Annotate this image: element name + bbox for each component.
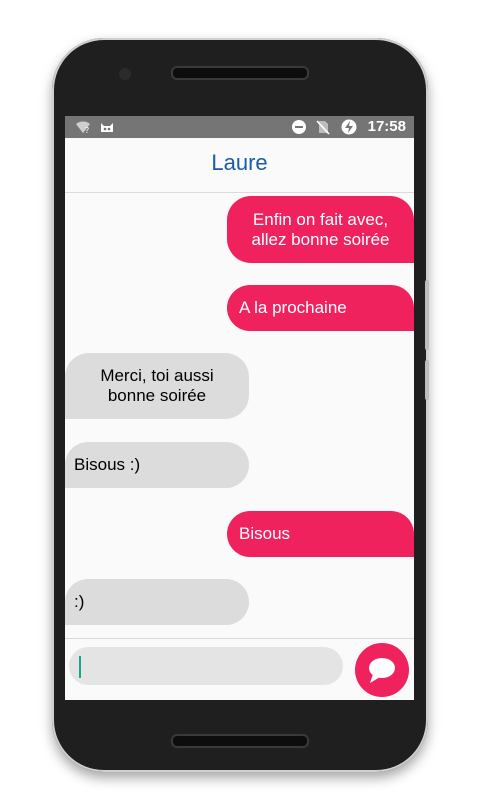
send-button[interactable]	[355, 643, 409, 697]
wifi-unknown-icon: ?	[76, 121, 90, 135]
message-bubble-received: Bisous :)	[65, 442, 249, 488]
composer-bar	[65, 638, 414, 700]
conversation-title: Laure	[211, 150, 268, 175]
no-sim-icon	[316, 120, 330, 135]
message-bubble-received: :)	[65, 579, 249, 625]
app-bar: Laure	[65, 138, 414, 193]
status-bar: ? 17:58	[65, 116, 414, 138]
front-camera	[119, 68, 131, 80]
message-list: Enfin on fait avec, allez bonne soirée A…	[65, 193, 414, 638]
svg-text:?: ?	[85, 126, 89, 135]
power-button	[425, 360, 429, 400]
android-cat-icon	[101, 123, 113, 132]
battery-charging-icon	[341, 119, 357, 135]
text-caret	[79, 656, 81, 678]
chat-bubble-icon	[369, 658, 395, 683]
bottom-speaker	[171, 734, 309, 748]
top-speaker	[171, 66, 309, 80]
do-not-disturb-icon	[292, 120, 306, 134]
message-bubble-sent: A la prochaine	[227, 285, 414, 331]
message-bubble-sent: Bisous	[227, 511, 414, 557]
message-input[interactable]	[69, 647, 343, 685]
screen: ? 17:58 Laure Enfin on fait avec, allez …	[65, 116, 414, 700]
volume-button	[425, 280, 429, 350]
message-bubble-sent: Enfin on fait avec, allez bonne soirée	[227, 196, 414, 263]
status-time: 17:58	[367, 118, 406, 135]
message-bubble-received: Merci, toi aussi bonne soirée	[65, 353, 249, 419]
